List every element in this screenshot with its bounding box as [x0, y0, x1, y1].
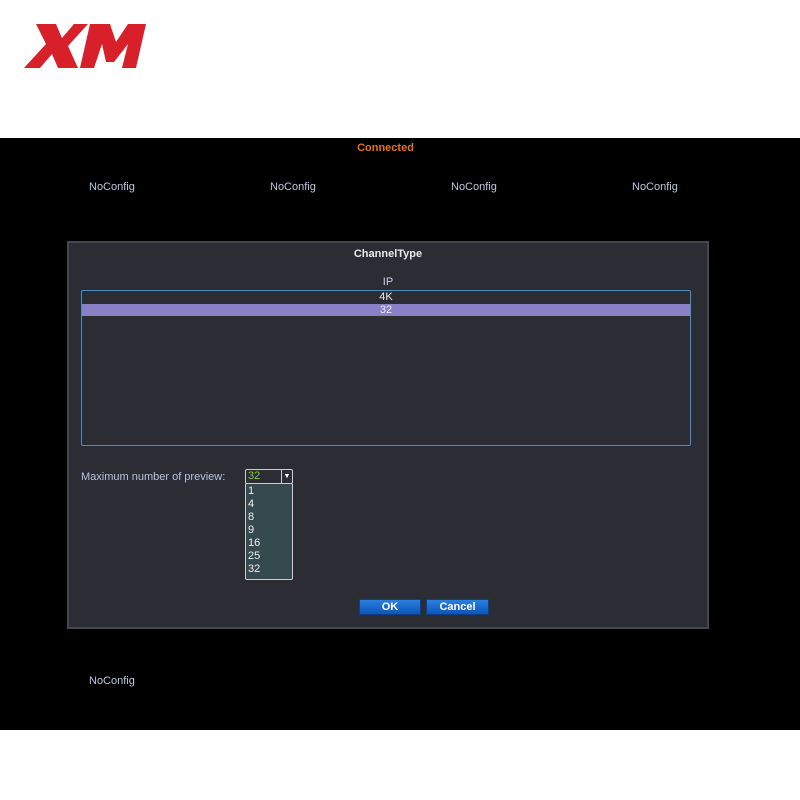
- xm-logo: [24, 24, 146, 68]
- option[interactable]: 4: [248, 498, 254, 511]
- list-item-selected[interactable]: 32: [82, 304, 690, 316]
- channel-label: NoConfig: [270, 181, 316, 193]
- preview-options-list[interactable]: 1 4 8 9 16 25 32: [245, 483, 293, 580]
- preview-count-select[interactable]: 32 ▼: [245, 469, 293, 484]
- option[interactable]: 1: [248, 485, 254, 498]
- cancel-button[interactable]: Cancel: [426, 599, 489, 615]
- option[interactable]: 8: [248, 511, 254, 524]
- option[interactable]: 16: [248, 537, 260, 550]
- preview-label: Maximum number of preview:: [81, 471, 226, 483]
- channel-label: NoConfig: [632, 181, 678, 193]
- channel-label: NoConfig: [451, 181, 497, 193]
- chevron-down-icon[interactable]: ▼: [281, 470, 292, 483]
- channel-label: NoConfig: [89, 675, 135, 687]
- dialog-title: ChannelType: [353, 248, 423, 260]
- channel-type-dialog: ChannelType IP 4K 32 Maximum number of p…: [67, 241, 709, 629]
- connection-status: Connected: [357, 142, 414, 154]
- channel-type-list[interactable]: 4K 32: [81, 290, 691, 446]
- option[interactable]: 32: [248, 563, 260, 576]
- option[interactable]: 9: [248, 524, 254, 537]
- preview-value: 32: [248, 470, 261, 482]
- column-header-ip: IP: [382, 276, 394, 288]
- list-item[interactable]: 4K: [82, 291, 690, 303]
- ok-button[interactable]: OK: [359, 599, 421, 615]
- channel-label: NoConfig: [89, 181, 135, 193]
- option[interactable]: 25: [248, 550, 260, 563]
